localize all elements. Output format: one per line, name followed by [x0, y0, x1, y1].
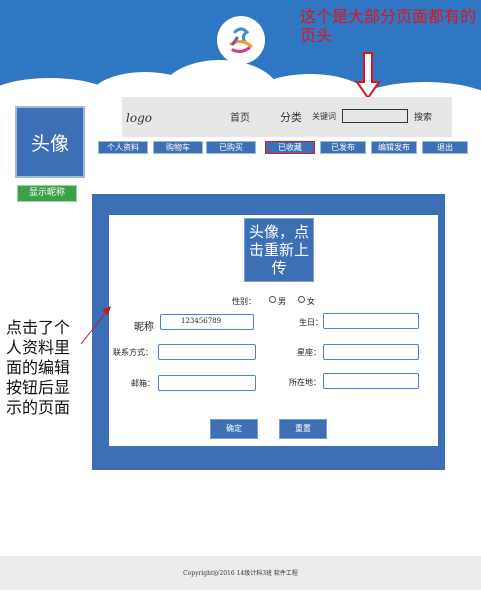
- birthday-label: 生日：: [299, 318, 323, 327]
- sketch-logo: logo: [126, 111, 152, 125]
- nickname-label: 昵称: [134, 322, 154, 333]
- avatar-upload-button[interactable]: 头像，点击重新上传: [244, 218, 314, 282]
- sketch-category: 分类: [280, 111, 302, 124]
- gender-male-label: 男: [278, 297, 286, 306]
- nickname-input[interactable]: 123456789: [160, 314, 254, 330]
- birthday-input[interactable]: [323, 313, 419, 329]
- nav-favorites[interactable]: 已收藏: [265, 141, 315, 154]
- contact-label: 联系方式：: [113, 348, 153, 357]
- copyright-text: Copyright@2016 14级计科3班 软件工程: [183, 570, 298, 577]
- pointer-arrow-icon: [80, 306, 111, 345]
- nav-cart[interactable]: 购物车: [153, 141, 203, 154]
- gender-male-radio[interactable]: [269, 296, 276, 303]
- gender-female-radio[interactable]: [298, 296, 305, 303]
- reset-button[interactable]: 重置: [279, 419, 327, 439]
- side-annotation: 点击了个人资料里面的编辑按钮后显示的页面: [6, 318, 71, 417]
- sketch-home: 首页: [230, 113, 250, 124]
- down-arrow-icon: [355, 52, 381, 100]
- nav-purchased[interactable]: 已购买: [206, 141, 256, 154]
- logo-icon: [229, 27, 253, 54]
- gender-female-label: 女: [307, 297, 315, 306]
- sketch-search-hint: 关键词: [312, 112, 336, 121]
- nav-profile[interactable]: 个人资料: [98, 141, 148, 154]
- site-logo[interactable]: [217, 16, 265, 64]
- gender-label: 性别：: [232, 297, 256, 306]
- contact-input[interactable]: [158, 344, 256, 360]
- nav-edit-publish[interactable]: 编辑发布: [371, 141, 417, 154]
- header-sketch: logo 首页 分类 关键词 搜索: [122, 97, 452, 137]
- nav-logout[interactable]: 退出: [422, 141, 468, 154]
- sketch-search-button: 搜索: [414, 113, 433, 123]
- header-annotation: 这个是大部分页面都有的页头: [300, 7, 477, 45]
- avatar[interactable]: 头像: [15, 106, 85, 178]
- confirm-button[interactable]: 确定: [210, 419, 258, 439]
- nickname-badge: 显示昵称: [17, 185, 77, 202]
- location-label: 所在地：: [289, 378, 321, 387]
- nav-published[interactable]: 已发布: [320, 141, 366, 154]
- location-input[interactable]: [323, 373, 419, 389]
- constellation-label: 星座：: [297, 348, 321, 357]
- constellation-input[interactable]: [323, 344, 419, 360]
- sketch-search-box: [342, 109, 408, 123]
- email-input[interactable]: [158, 375, 256, 391]
- email-label: 邮箱：: [131, 379, 155, 388]
